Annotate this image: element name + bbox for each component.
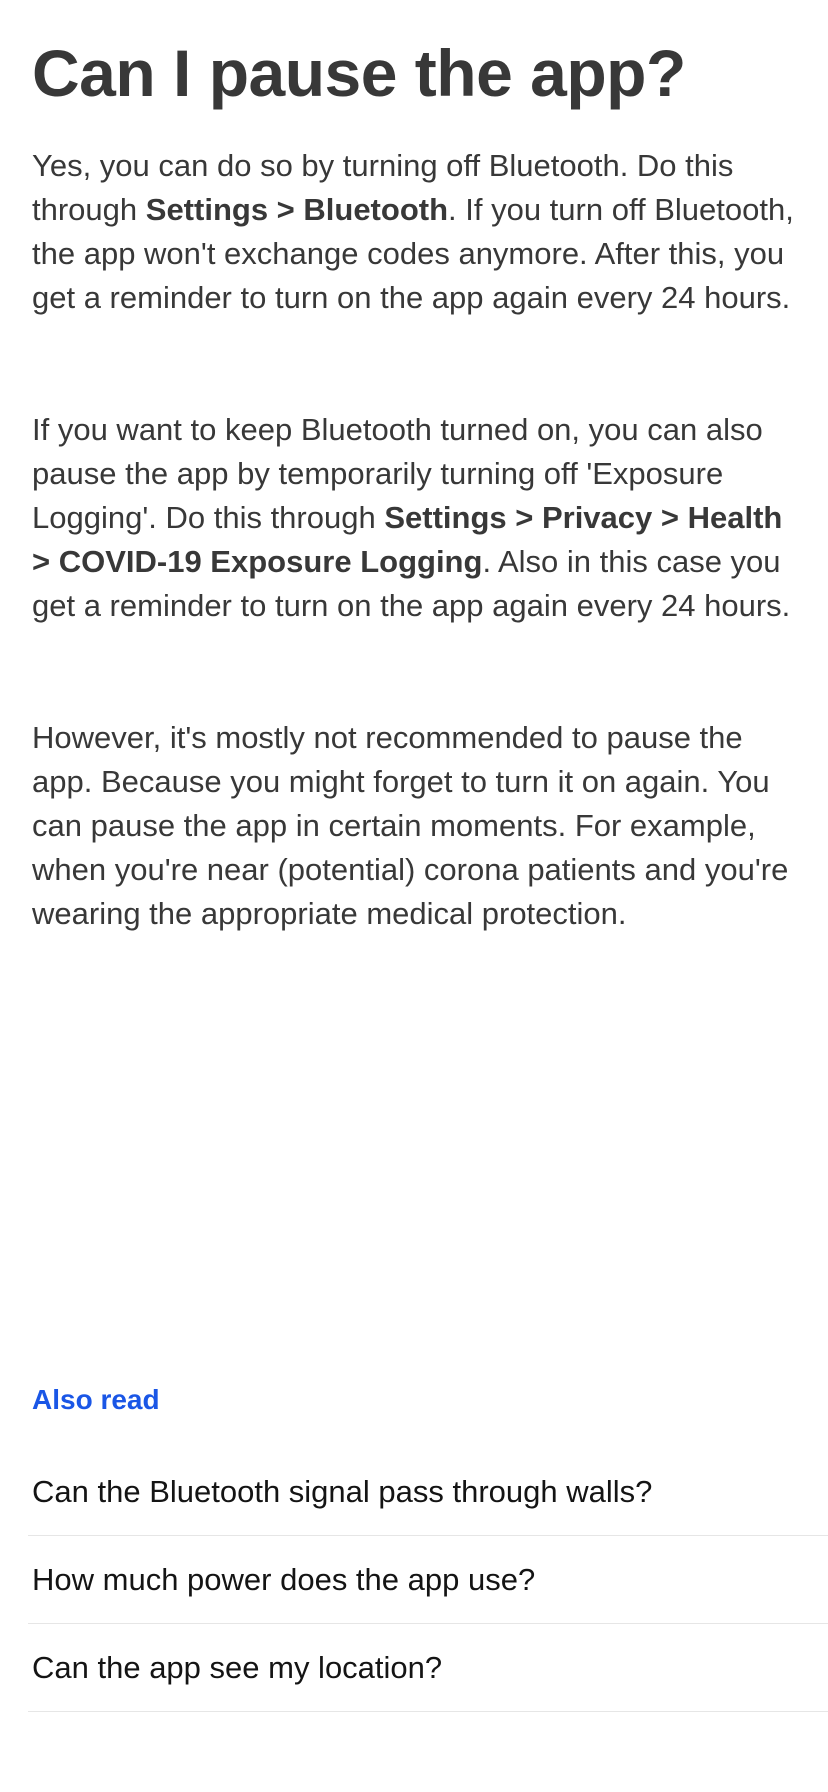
article-paragraph-3: However, it's mostly not recommended to … (32, 716, 802, 936)
related-question-power-use[interactable]: How much power does the app use? (28, 1536, 828, 1624)
also-read-heading: Also read (32, 1384, 160, 1415)
page-title: Can I pause the app? (32, 36, 686, 110)
settings-path-bold: Settings > Bluetooth (145, 192, 449, 227)
paragraph-text: However, it's mostly not recommended to … (32, 720, 789, 931)
article-paragraph-1: Yes, you can do so by turning off Blueto… (32, 144, 802, 320)
related-question-bluetooth-walls[interactable]: Can the Bluetooth signal pass through wa… (28, 1448, 828, 1536)
related-questions-list: Can the Bluetooth signal pass through wa… (28, 1448, 828, 1712)
related-question-location[interactable]: Can the app see my location? (28, 1624, 828, 1712)
article-paragraph-2: If you want to keep Bluetooth turned on,… (32, 408, 802, 628)
